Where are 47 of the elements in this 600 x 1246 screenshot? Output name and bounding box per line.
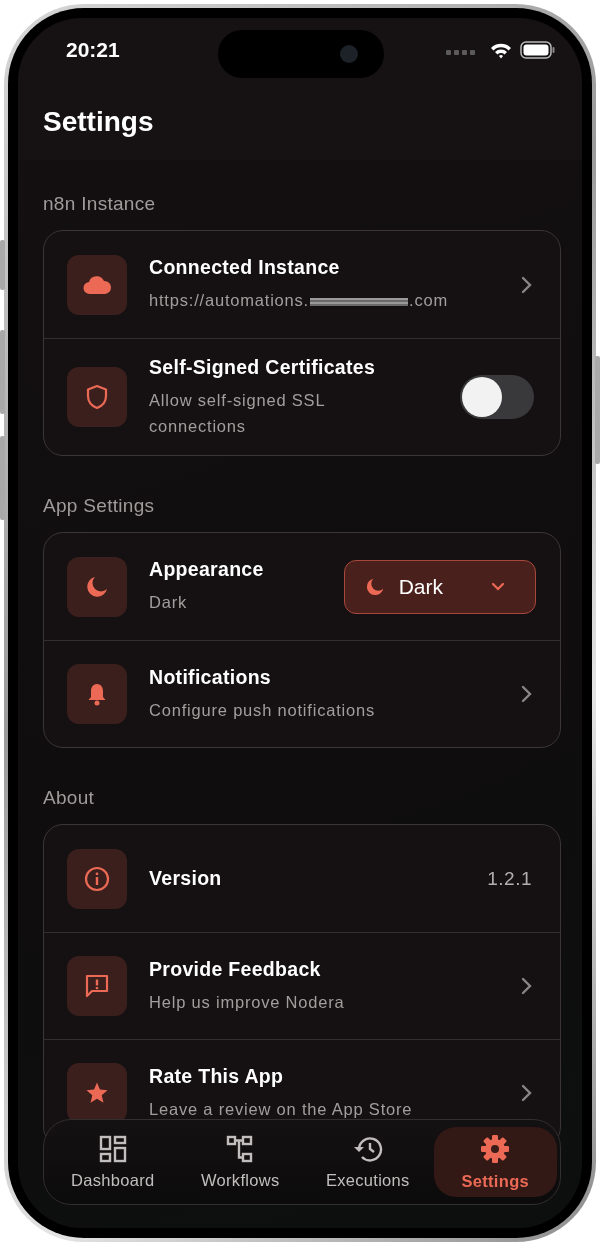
toggle-switch[interactable] <box>460 375 534 419</box>
moon-icon <box>364 576 385 597</box>
row-title: Connected Instance <box>149 256 341 279</box>
section-header: App Settings <box>43 494 156 518</box>
settings-row[interactable]: Version 1.2.1 <box>44 825 560 932</box>
shield-icon <box>67 367 127 427</box>
chevron-right-icon <box>520 275 532 294</box>
row-subtitle: Help us improve Nodera <box>149 991 346 1013</box>
moon-icon <box>67 556 127 617</box>
settings-row[interactable]: Provide Feedback Help us improve Nodera <box>44 932 560 1039</box>
settings-row[interactable]: Connected Instance https://automations. .com <box>44 231 560 338</box>
row-title: Provide Feedback <box>149 957 322 981</box>
theme-dropdown[interactable]: Dark <box>343 559 536 614</box>
section-header: n8n Instance <box>43 192 157 216</box>
row-title: Self-Signed Certificates <box>149 355 377 379</box>
instance-url: https://automations. .com <box>149 290 449 311</box>
gear-icon <box>480 1133 511 1164</box>
chevron-right-icon <box>520 685 532 703</box>
tab-item[interactable]: Settings <box>433 1127 557 1197</box>
row-title: Notifications <box>149 665 272 689</box>
chevron-down-icon <box>491 581 505 592</box>
row-subtitle: Dark <box>149 592 189 613</box>
dashboard-icon <box>98 1134 127 1163</box>
settings-row[interactable]: Notifications Configure push notifications <box>44 640 560 747</box>
info-icon <box>67 848 127 909</box>
chevron-right-icon <box>520 977 532 995</box>
status-time: 20:21 <box>66 38 120 62</box>
section-header: About <box>43 786 96 810</box>
workflow-icon <box>226 1134 255 1163</box>
bell-icon <box>67 664 127 724</box>
battery-icon <box>520 41 556 59</box>
signal-icon <box>446 50 476 56</box>
settings-row[interactable]: Appearance Dark Dark <box>44 533 560 640</box>
history-icon <box>352 1134 383 1163</box>
chevron-right-icon <box>520 1084 532 1102</box>
row-subtitle: Leave a review on the App Store <box>149 1098 414 1120</box>
message-alert-icon <box>67 956 127 1016</box>
settings-row[interactable]: Self-Signed Certificates Allow self-signed SSL connections <box>44 338 560 455</box>
wifi-icon <box>490 41 512 59</box>
row-title: Rate This App <box>149 1064 285 1088</box>
row-title: Version <box>149 867 223 890</box>
row-subtitle: Allow self-signed SSL connections <box>149 389 326 437</box>
row-title: Appearance <box>149 558 265 581</box>
row-subtitle: Configure push notifications <box>149 699 377 721</box>
cloud-icon <box>67 254 127 315</box>
version-number: 1.2.1 <box>487 867 532 890</box>
page-title: Settings <box>43 106 155 138</box>
